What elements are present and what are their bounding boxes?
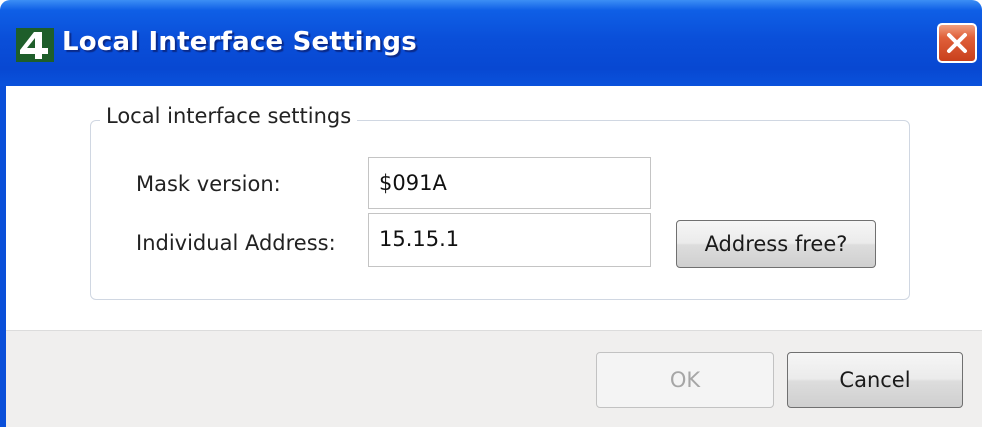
groupbox-legend: Local interface settings xyxy=(100,104,358,128)
individual-address-label: Individual Address: xyxy=(136,231,336,255)
address-free-button[interactable]: Address free? xyxy=(676,220,876,268)
mask-version-label: Mask version: xyxy=(136,172,281,196)
close-button[interactable] xyxy=(937,23,977,63)
window-title: Local Interface Settings xyxy=(62,27,417,57)
settings-groupbox xyxy=(90,120,910,300)
individual-address-field[interactable]: 15.15.1 xyxy=(368,213,651,267)
ok-button[interactable]: OK xyxy=(596,352,774,408)
ets4-logo-icon xyxy=(16,28,54,62)
close-icon xyxy=(947,33,967,53)
title-bar[interactable]: Local Interface Settings xyxy=(0,0,982,86)
mask-version-field[interactable]: $091A xyxy=(368,157,651,209)
dialog-window: Local Interface Settings Local interface… xyxy=(0,0,982,427)
cancel-button[interactable]: Cancel xyxy=(787,352,963,408)
